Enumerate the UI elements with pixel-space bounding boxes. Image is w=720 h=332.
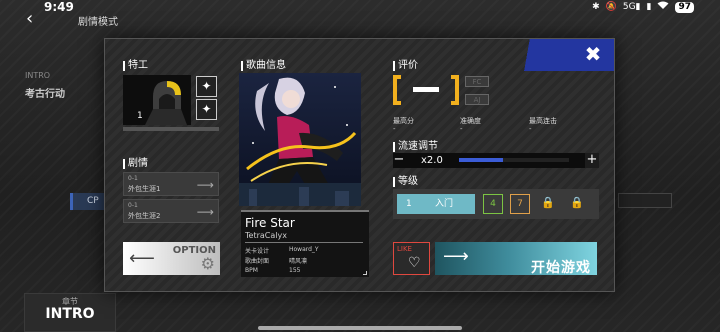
speed-section-title: 流速调节 [393, 142, 438, 152]
bracket-left-icon [393, 75, 401, 105]
story-section-title: 剧情 [123, 159, 148, 169]
arrow-left-icon: ⟵ [129, 248, 155, 269]
level-option[interactable]: 7 [510, 194, 530, 214]
meta-value: 155 [289, 267, 301, 274]
like-label: LIKE [397, 245, 412, 253]
grade-display [393, 75, 459, 107]
like-button[interactable]: LIKE ♡ [393, 242, 430, 275]
home-indicator[interactable] [258, 326, 462, 330]
story-name: 外包生涯2 [128, 212, 161, 220]
story-code: 0-1 [128, 202, 138, 209]
accuracy-label: 准确度 [460, 117, 481, 125]
meta-row: 歌曲封面 晴风凛 [245, 256, 365, 265]
song-info-card: Fire Star TetraCalyx 关卡设计 Howard_Y 歌曲封面 … [241, 210, 369, 277]
speed-control: − x2.0 + [393, 153, 599, 168]
speed-value: x2.0 [421, 155, 443, 166]
lock-icon[interactable]: 🔒 [567, 194, 587, 214]
5g-signal-icon: 5G▮ [622, 2, 641, 12]
bracket-right-icon [451, 75, 459, 105]
story-item[interactable]: 0-1 外包生涯1 ⟶ [123, 172, 219, 196]
speed-decrease-button[interactable]: − [393, 153, 405, 168]
song-cover-art [239, 73, 361, 206]
operator-level: 1 [137, 111, 143, 121]
status-time: 9:49 [44, 0, 74, 14]
page-title: 剧情模式 [78, 17, 118, 28]
meta-row: 关卡设计 Howard_Y [245, 246, 365, 255]
divider [245, 242, 363, 243]
song-section-title: 歌曲信息 [241, 61, 286, 71]
rating-section-title: 评价 [393, 61, 418, 71]
arrow-right-icon: ⟶ [196, 178, 214, 192]
status-icons: ✱ 🔕 5G▮ ▮ 97 [592, 1, 694, 13]
speed-slider[interactable] [459, 158, 569, 162]
high-score-label: 最高分 [393, 117, 414, 125]
chapter-selector-value: INTRO [45, 306, 95, 322]
locked-stage[interactable] [618, 193, 672, 208]
story-item[interactable]: 0-1 外包生涯2 ⟶ [123, 199, 219, 223]
arrow-right-icon: ⟶ [443, 246, 469, 267]
meta-key: BPM [245, 267, 258, 274]
speed-increase-button[interactable]: + [585, 153, 599, 168]
arrow-right-icon: ⟶ [196, 205, 214, 219]
back-icon[interactable]: ‹ [26, 10, 42, 28]
heart-icon: ♡ [408, 255, 421, 271]
story-code: 0-1 [128, 175, 138, 182]
meta-value: Howard_Y [289, 246, 319, 253]
mute-icon: 🔕 [605, 2, 617, 12]
story-name: 外包生涯1 [128, 185, 161, 193]
song-detail-dialog: ✖ 特工 1 ✦ ✦ 剧情 0-1 外包生涯1 ⟶ 0-1 外包生涯2 ⟶ OP… [104, 38, 615, 292]
skill-slot-1[interactable]: ✦ [196, 76, 217, 97]
start-game-label: 开始游戏 [531, 260, 591, 276]
level-option-selected[interactable]: 1 入门 [397, 194, 475, 214]
speed-slider-fill [459, 158, 503, 162]
operator-section-title: 特工 [123, 61, 148, 71]
skill-slot-2[interactable]: ✦ [196, 99, 217, 120]
song-artist: TetraCalyx [245, 231, 287, 240]
fc-badge: FC [465, 76, 489, 87]
start-game-button[interactable]: ⟶ 开始游戏 [435, 242, 597, 276]
signal-icon: ▮ [646, 2, 652, 12]
gear-icon: ⚙ [200, 254, 215, 273]
accuracy-value: - [460, 125, 463, 133]
corner-mark-icon [363, 271, 367, 275]
meta-row: BPM 155 [245, 267, 365, 274]
song-name: Fire Star [245, 216, 295, 230]
wifi-icon [657, 1, 669, 13]
grade-empty-dash [413, 87, 439, 92]
aj-badge: AJ [465, 94, 489, 105]
level-name: 入门 [435, 199, 454, 209]
meta-value: 晴风凛 [289, 258, 308, 265]
max-combo-label: 最高连击 [529, 117, 557, 125]
level-option[interactable]: 4 [483, 194, 503, 214]
high-score-value: - [393, 125, 396, 133]
bluetooth-icon: ✱ [592, 2, 600, 12]
max-combo-value: - [529, 125, 532, 133]
meta-key: 歌曲封面 [245, 258, 270, 265]
lock-icon[interactable]: 🔒 [538, 194, 558, 214]
battery-indicator: 97 [675, 1, 694, 13]
close-icon[interactable]: ✖ [581, 42, 605, 66]
option-button[interactable]: OPTION ⟵ ⚙ [123, 242, 220, 275]
chapter-name: 考古行动 [25, 89, 65, 100]
operator-portrait[interactable] [123, 75, 191, 125]
meta-key: 关卡设计 [245, 248, 270, 255]
level-selector: 1 入门 4 7 🔒 🔒 [393, 189, 599, 219]
level-number: 1 [406, 199, 412, 209]
level-section-title: 等级 [393, 177, 418, 187]
chapter-code: INTRO [25, 71, 51, 80]
operator-progress-bar [123, 127, 219, 131]
